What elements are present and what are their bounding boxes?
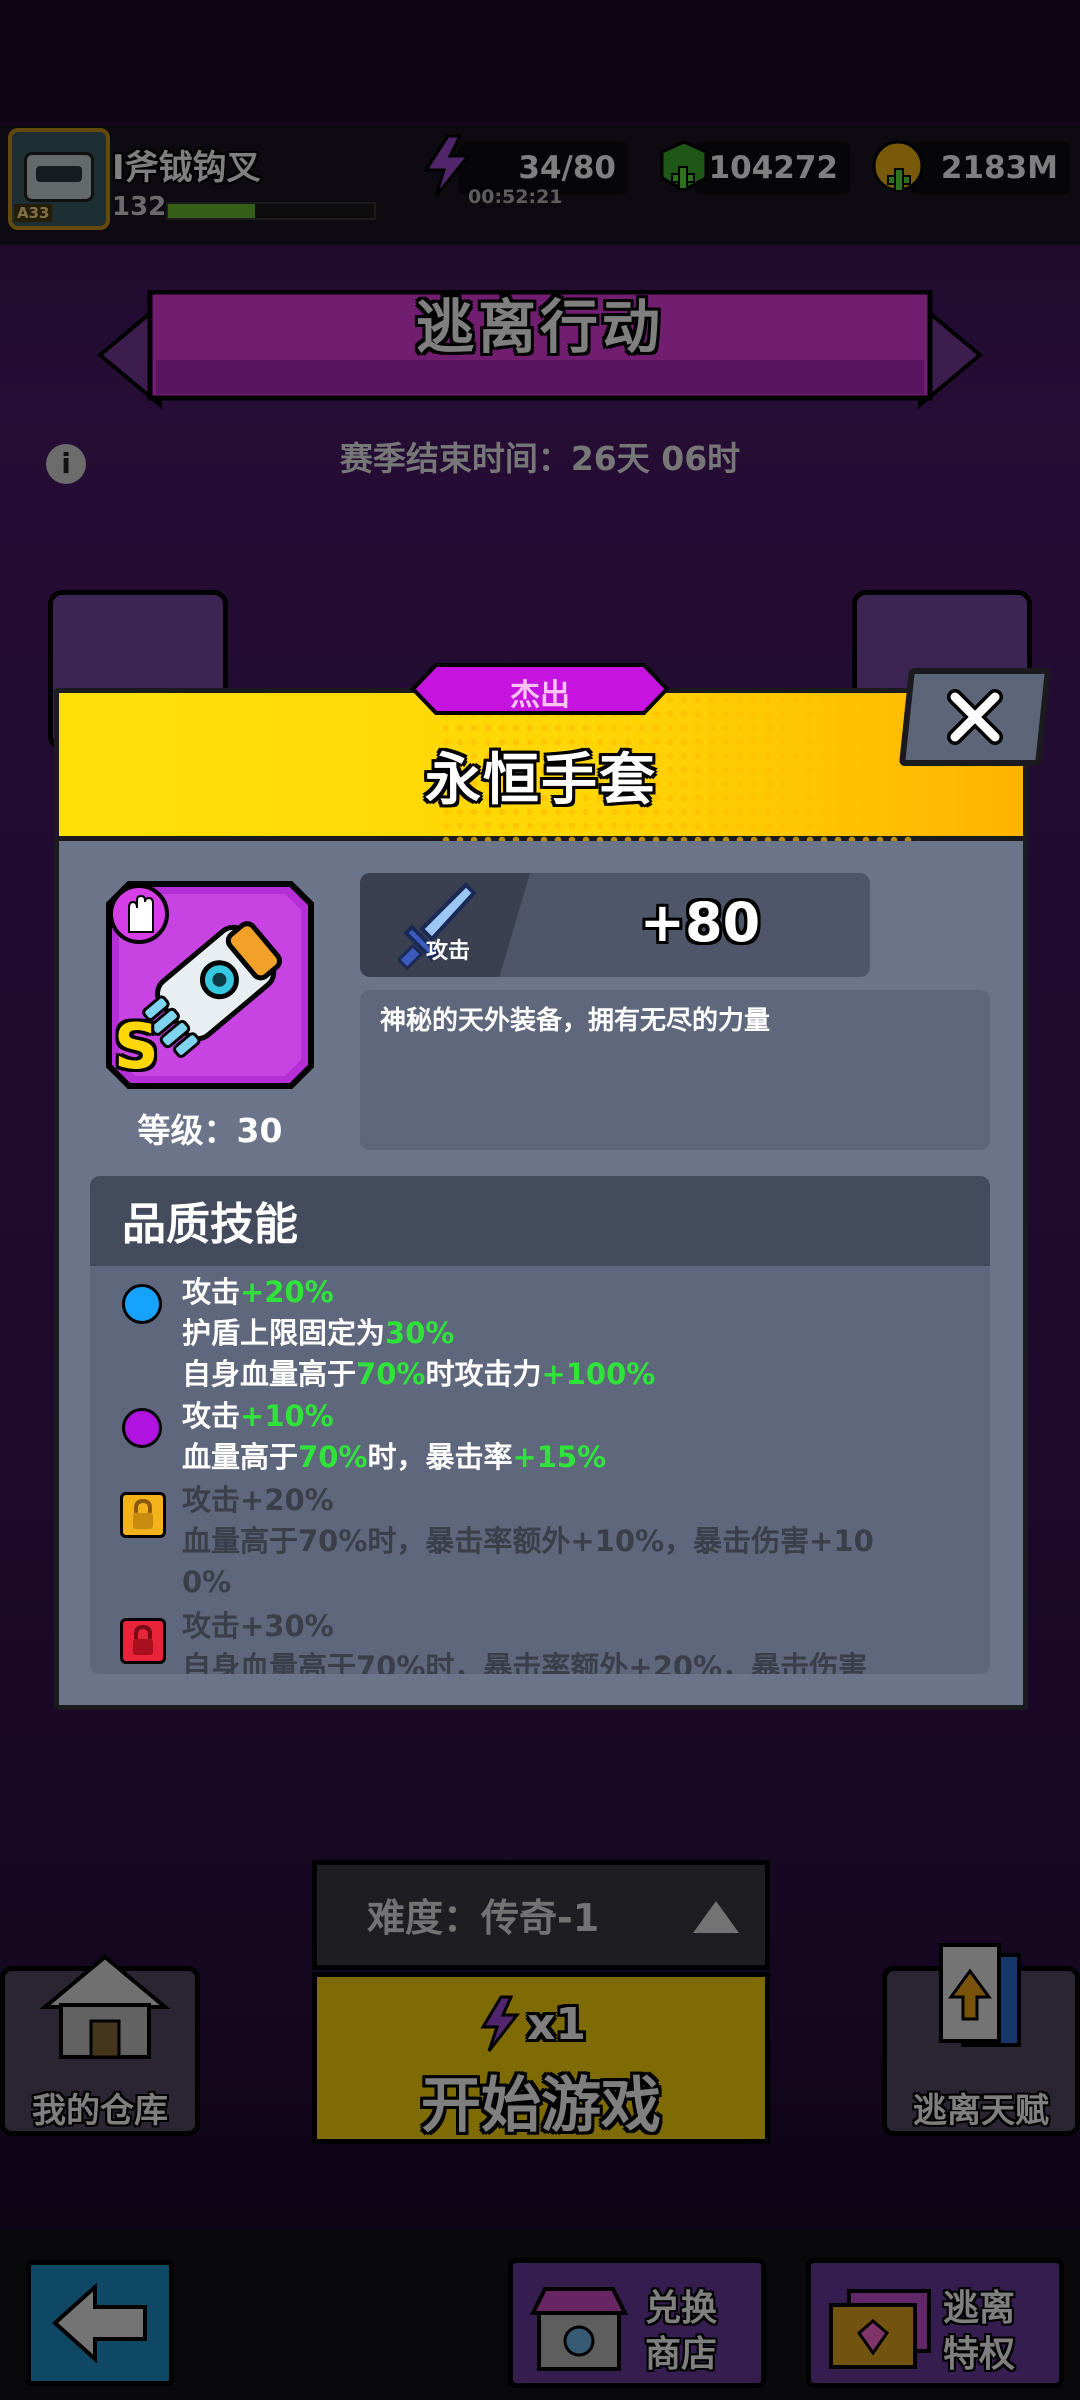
skills-title: 品质技能 [122,1199,298,1250]
skill-1: 攻击+20% 护盾上限固定为30% 自身血量高于70%时攻击力+100% [182,1275,656,1391]
attack-stat-bar: 攻击 +80 [360,873,870,977]
skill-4-locked: 攻击+30% 自身血量高于70%时，暴击率额外+20%，暴击伤害 [182,1609,868,1674]
item-level: 等级：30 [137,1111,283,1150]
quality-skills-header: 品质技能 [90,1176,990,1266]
stat-value: +80 [639,891,761,954]
stat-label: 攻击 [426,939,471,964]
close-icon [947,689,1003,745]
description-text: 神秘的天外装备，拥有无尽的力量 [380,1006,771,1036]
skill-3-locked: 攻击+20% 血量高于70%时，暴击率额外+10%，暴击伤害+10 0% [182,1483,874,1599]
gold-lock-icon [120,1492,166,1538]
skill-2: 攻击+10% 血量高于70%时，暴击率+15% [182,1399,607,1474]
skill-tier-purple-dot [122,1408,162,1448]
quality-skills-list[interactable]: 攻击+20% 护盾上限固定为30% 自身血量高于70%时攻击力+100% 攻击+… [90,1266,990,1674]
glove-slot-icon [128,894,154,933]
item-grade: S [114,1010,159,1083]
item-description: 神秘的天外装备，拥有无尽的力量 [360,990,990,1150]
rarity-label: 杰出 [510,678,570,713]
red-lock-icon [120,1618,166,1664]
item-name: 永恒手套 [425,748,657,813]
skill-tier-blue-dot [122,1284,162,1324]
close-button[interactable] [898,668,1052,766]
